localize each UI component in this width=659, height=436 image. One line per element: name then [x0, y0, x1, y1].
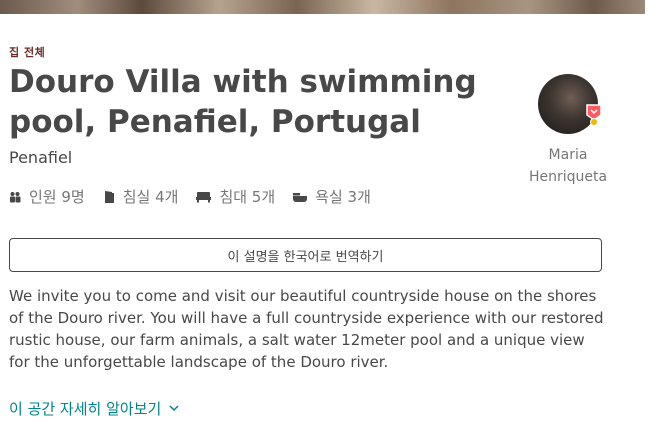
stat-guests-label: 인원 9명: [29, 188, 85, 206]
stat-beds: 침대 5개: [196, 186, 275, 207]
stat-bedrooms: 침실 4개: [103, 186, 179, 207]
read-more-link[interactable]: 이 공간 자세히 알아보기: [9, 398, 179, 419]
stat-bedrooms-label: 침실 4개: [122, 188, 179, 206]
stat-baths-label: 욕실 3개: [315, 188, 371, 206]
bath-icon: [293, 192, 308, 202]
bed-icon: [196, 191, 212, 202]
hero-photo-strip[interactable]: [0, 0, 645, 14]
superhost-badge-icon: [586, 104, 602, 126]
host-card[interactable]: Maria Henriqueta: [520, 74, 616, 188]
bedroom-icon: [104, 190, 114, 203]
stat-beds-label: 침대 5개: [219, 188, 276, 206]
host-name[interactable]: Maria Henriqueta: [520, 144, 616, 188]
guests-icon: [10, 191, 21, 202]
stat-guests: 인원 9명: [9, 186, 85, 207]
listing-title: Douro Villa with swimming pool, Penafiel…: [9, 64, 477, 140]
translate-description-button[interactable]: 이 설명을 한국어로 번역하기: [9, 238, 602, 272]
host-avatar[interactable]: [538, 74, 602, 134]
chevron-down-icon: [169, 405, 179, 412]
stat-baths: 욕실 3개: [293, 186, 371, 207]
read-more-label[interactable]: 이 공간 자세히 알아보기: [9, 398, 161, 419]
listing-description: We invite you to come and visit our beau…: [9, 287, 604, 371]
listing-type-label: 집 전체: [9, 46, 46, 59]
hero-edge: [645, 0, 659, 14]
listing-stats: 인원 9명 침실 4개 침대 5개 욕실 3개: [9, 186, 389, 207]
listing-city[interactable]: Penafiel: [9, 148, 72, 167]
